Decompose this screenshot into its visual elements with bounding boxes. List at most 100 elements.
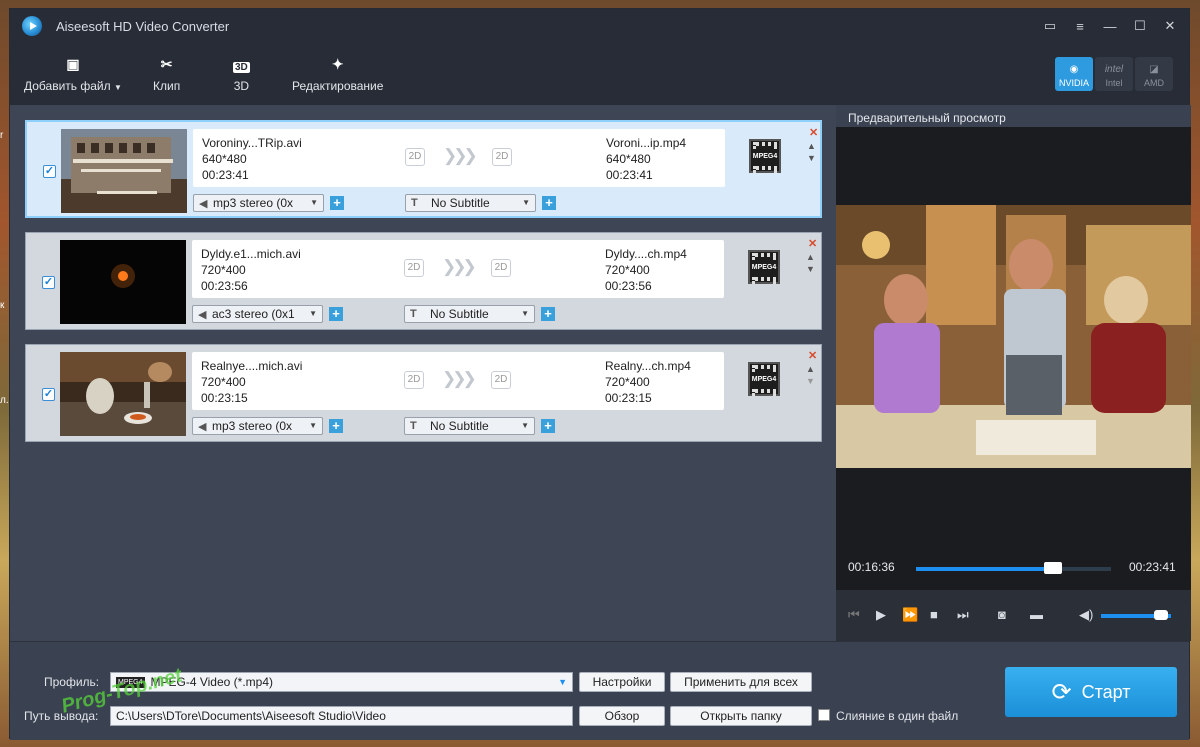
move-up-icon[interactable]: ▲	[806, 251, 815, 263]
video-frame[interactable]	[836, 205, 1191, 468]
edit-label: Редактирование	[292, 79, 384, 93]
chevron-down-icon: ▼	[521, 309, 529, 318]
amd-icon: ◪	[1149, 64, 1159, 75]
file-info: Voroniny...TRip.avi 640*480 00:23:41 2D ❯❯…	[193, 129, 725, 187]
current-time: 00:16:36	[848, 560, 895, 574]
intel-icon: intel	[1104, 64, 1124, 75]
source-resolution: 640*480	[202, 152, 247, 166]
camera-icon[interactable]: ◙	[998, 607, 1006, 622]
app-logo-icon	[22, 16, 42, 36]
subtitle-select[interactable]: T No Subtitle ▼	[404, 305, 535, 323]
output-resolution: 720*400	[605, 263, 650, 277]
sparkle-icon: ✦	[331, 56, 344, 72]
gpu-nvidia-label: NVIDIA	[1058, 78, 1089, 88]
close-icon[interactable]: ✕	[1157, 15, 1183, 37]
merge-label: Слияние в один файл	[836, 709, 959, 723]
desktop-fragment: л.	[0, 395, 9, 406]
file-item[interactable]: ✓ Dyldy.e1...mich.avi 720*400 00:23:56 2D …	[25, 232, 822, 330]
title-bar: Aiseesoft HD Video Converter ▭ ≡ — ☐ ✕	[10, 9, 1189, 43]
volume-icon[interactable]: ◀)	[1079, 607, 1093, 623]
mpeg4-format-icon[interactable]: MPEG4	[748, 362, 780, 396]
app-window: Aiseesoft HD Video Converter ▭ ≡ — ☐ ✕ ▣…	[9, 8, 1191, 740]
add-audio-button[interactable]: +	[330, 196, 344, 210]
stop-icon[interactable]: ■	[930, 607, 938, 622]
output-filename: Realny...ch.mp4	[605, 359, 691, 373]
seek-bar[interactable]	[916, 562, 1111, 574]
apply-all-button[interactable]: Применить для всех	[670, 672, 812, 692]
desktop-fragment: r	[0, 130, 4, 141]
audio-track-value: mp3 stereo (0x	[212, 419, 293, 433]
source-resolution: 720*400	[201, 263, 246, 277]
chevron-down-icon: ▼	[521, 421, 529, 430]
file-item[interactable]: ✓ Voroniny...TRip.avi 640*480 00:23:41 2D …	[25, 120, 822, 218]
source-duration: 00:23:56	[201, 279, 248, 293]
add-audio-button[interactable]: +	[329, 307, 343, 321]
mpeg4-format-icon[interactable]: MPEG4	[748, 250, 780, 284]
remove-icon[interactable]: ✕	[809, 126, 818, 139]
add-subtitle-button[interactable]: +	[541, 307, 555, 321]
browse-button[interactable]: Обзор	[579, 706, 665, 726]
subtitle-select[interactable]: T No Subtitle ▼	[405, 194, 536, 212]
add-subtitle-button[interactable]: +	[541, 419, 555, 433]
add-audio-button[interactable]: +	[329, 419, 343, 433]
volume-handle[interactable]	[1153, 610, 1168, 620]
convert-arrows-icon: ❯❯❯	[443, 146, 478, 165]
audio-track-select[interactable]: ◀ mp3 stereo (0x ▼	[193, 194, 324, 212]
file-checkbox[interactable]: ✓	[42, 388, 55, 401]
move-down-icon[interactable]: ▼	[806, 263, 815, 275]
3d-icon-text: 3D	[233, 62, 250, 73]
move-up-icon[interactable]: ▲	[807, 140, 816, 152]
convert-icon: ⟳	[1051, 678, 1072, 706]
folder-icon[interactable]: ▬	[1030, 607, 1043, 622]
add-subtitle-button[interactable]: +	[542, 196, 556, 210]
open-folder-button[interactable]: Открыть папку	[670, 706, 812, 726]
audio-track-value: mp3 stereo (0x	[213, 196, 294, 210]
seek-handle[interactable]	[1043, 562, 1062, 574]
gpu-amd-button[interactable]: ◪ AMD	[1135, 57, 1173, 91]
output-filename: Voroni...ip.mp4	[606, 136, 687, 150]
convert-arrows-icon: ❯❯❯	[442, 257, 477, 276]
file-item[interactable]: ✓ Realnye....mich.avi 720*400 00:23:15 2D …	[25, 344, 822, 442]
move-down-icon[interactable]: ▼	[807, 152, 816, 164]
audio-track-select[interactable]: ◀ mp3 stereo (0x ▼	[192, 417, 323, 435]
maximize-icon[interactable]: ☐	[1127, 15, 1153, 37]
move-up-icon[interactable]: ▲	[806, 363, 815, 375]
remove-icon[interactable]: ✕	[808, 237, 817, 250]
fast-forward-icon[interactable]: ⏩	[902, 607, 918, 623]
speaker-icon: ◀	[199, 197, 208, 210]
file-checkbox[interactable]: ✓	[42, 276, 55, 289]
play-icon[interactable]: ▶	[876, 607, 886, 623]
minimize-icon[interactable]: —	[1097, 15, 1123, 37]
merge-checkbox[interactable]	[818, 709, 830, 721]
subtitle-select[interactable]: T No Subtitle ▼	[404, 417, 535, 435]
source-resolution: 720*400	[201, 375, 246, 389]
speaker-icon: ◀	[198, 420, 207, 433]
start-button[interactable]: ⟳ Старт	[1005, 667, 1177, 717]
feedback-icon[interactable]: ▭	[1037, 15, 1063, 37]
clip-label: Клип	[153, 79, 181, 93]
add-file-button[interactable]: ▣ Добавить файл ▼	[24, 53, 122, 93]
app-title: Aiseesoft HD Video Converter	[56, 18, 230, 34]
skip-back-icon[interactable]: ⏮	[848, 607, 860, 623]
mpeg4-format-icon[interactable]: MPEG4	[749, 139, 781, 173]
gpu-intel-button[interactable]: intel Intel	[1095, 57, 1133, 91]
volume-slider[interactable]	[1101, 610, 1171, 620]
remove-icon[interactable]: ✕	[808, 349, 817, 362]
3d-button[interactable]: 3D 3D	[233, 53, 250, 93]
menu-icon[interactable]: ≡	[1067, 15, 1093, 37]
file-checkbox[interactable]: ✓	[43, 165, 56, 178]
output-duration: 00:23:15	[605, 391, 652, 405]
chevron-down-icon: ▼	[522, 198, 530, 207]
output-path-field[interactable]: C:\Users\DTore\Documents\Aiseesoft Studi…	[110, 706, 573, 726]
source-filename: Realnye....mich.avi	[201, 359, 303, 373]
gpu-nvidia-button[interactable]: ◉ NVIDIA	[1055, 57, 1093, 91]
chevron-down-icon: ▼	[309, 421, 317, 430]
file-info: Realnye....mich.avi 720*400 00:23:15 2D ❯❯…	[192, 352, 724, 410]
edit-button[interactable]: ✦ Редактирование	[292, 53, 383, 93]
settings-button[interactable]: Настройки	[579, 672, 665, 692]
skip-forward-icon[interactable]: ⏭	[957, 607, 969, 623]
move-down-icon[interactable]: ▼	[806, 375, 815, 387]
add-file-label: Добавить файл	[24, 79, 111, 93]
audio-track-select[interactable]: ◀ ac3 stereo (0x1 ▼	[192, 305, 323, 323]
clip-button[interactable]: ✂ Клип	[153, 53, 180, 93]
